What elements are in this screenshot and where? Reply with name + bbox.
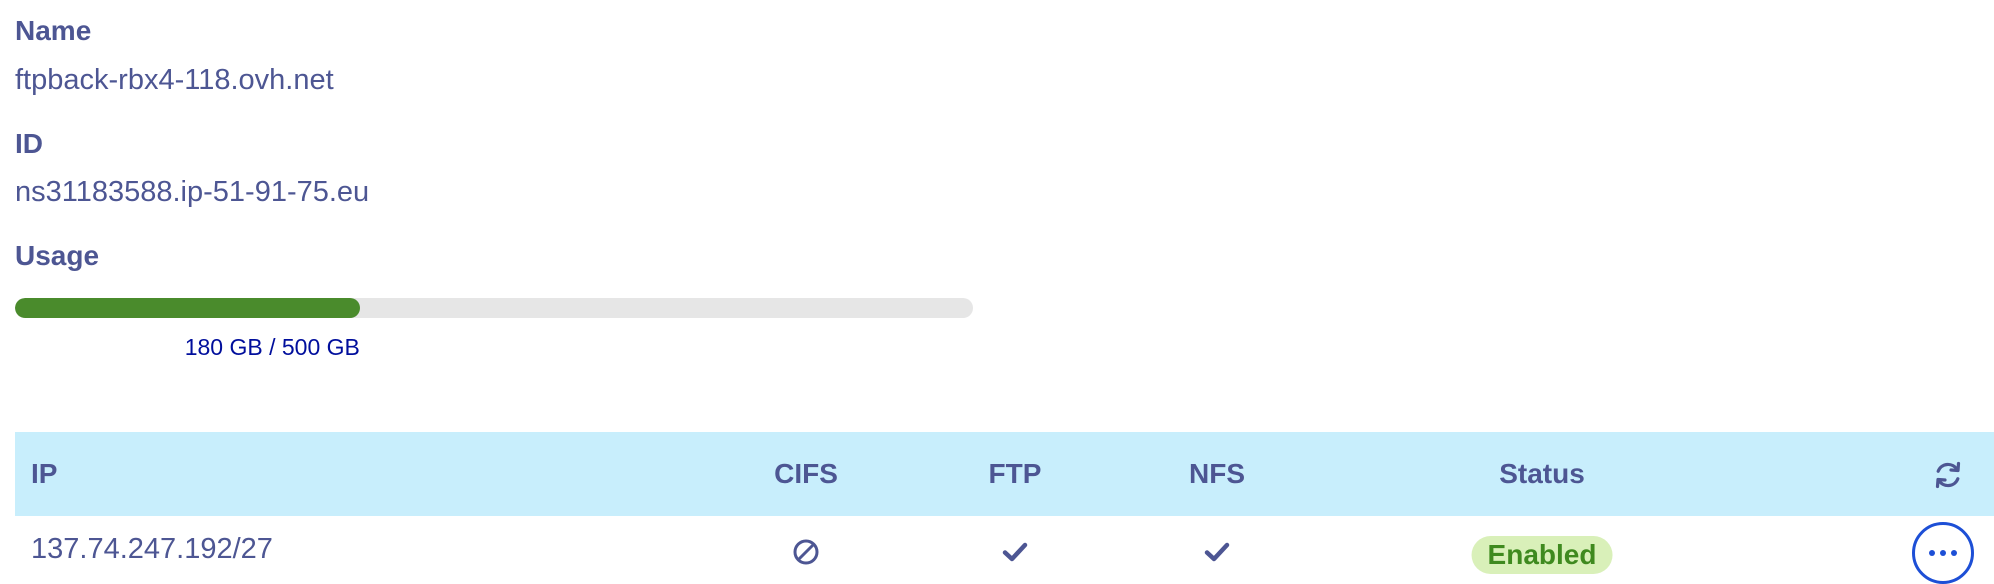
usage-label: Usage <box>15 240 100 271</box>
column-header-ip[interactable]: IP <box>31 432 57 516</box>
usage-progress-fill <box>15 298 360 318</box>
column-header-status[interactable]: Status <box>1499 432 1585 516</box>
check-icon <box>1203 538 1231 566</box>
ban-icon <box>792 538 820 566</box>
table-row: 137.74.247.192/27 <box>15 516 1994 582</box>
name-value: ftpback-rbx4-118.ovh.net <box>15 64 334 96</box>
ip-cell: 137.74.247.192/27 <box>31 533 273 565</box>
row-actions-button[interactable] <box>1912 522 1974 584</box>
ip-table: IP CIFS FTP NFS Status 137.74.247.192/27 <box>15 432 1994 582</box>
usage-text: 180 GB / 500 GB <box>184 334 360 360</box>
usage-progress-bar <box>15 298 973 318</box>
check-icon <box>1001 538 1029 566</box>
ellipsis-icon <box>1929 550 1957 556</box>
column-header-nfs[interactable]: NFS <box>1189 432 1245 516</box>
refresh-icon[interactable] <box>1932 459 1964 491</box>
name-label: Name <box>15 15 92 46</box>
id-value: ns31183588.ip-51-91-75.eu <box>15 176 370 208</box>
column-header-ftp[interactable]: FTP <box>989 432 1042 516</box>
status-badge: Enabled <box>1471 536 1613 574</box>
column-header-cifs[interactable]: CIFS <box>774 432 838 516</box>
id-label: ID <box>15 128 43 159</box>
table-header: IP CIFS FTP NFS Status <box>15 432 1994 516</box>
